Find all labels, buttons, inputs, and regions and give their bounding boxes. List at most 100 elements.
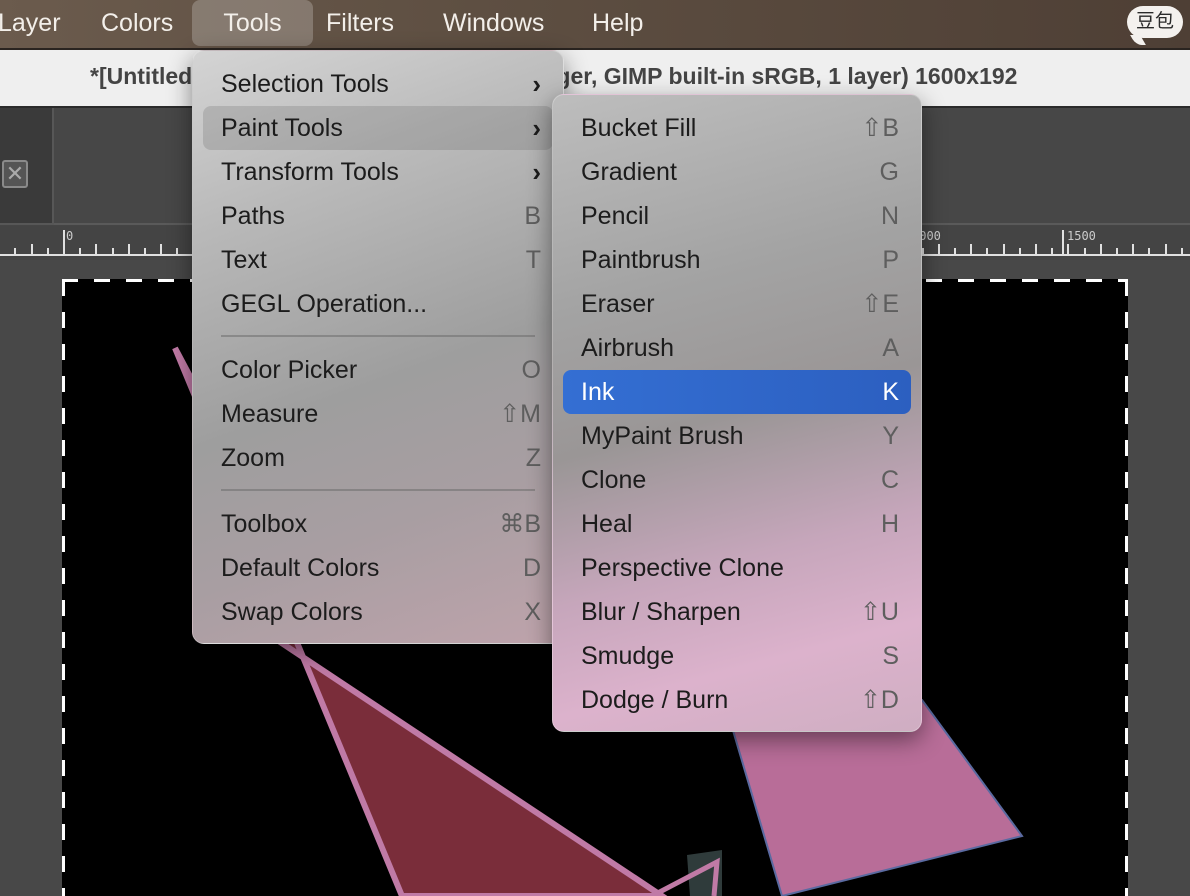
menu-layer[interactable]: Layer xyxy=(0,0,61,46)
menu-item-label: Color Picker xyxy=(221,356,358,384)
menu-item-perspective-clone[interactable]: Perspective Clone xyxy=(563,546,911,590)
menu-item-airbrush[interactable]: Airbrush A xyxy=(563,326,911,370)
menu-item-eraser[interactable]: Eraser ⇧E xyxy=(563,282,911,326)
menu-item-label: Perspective Clone xyxy=(581,554,784,582)
menu-item-text[interactable]: Text T xyxy=(203,238,553,282)
menu-item-shortcut: ⇧U xyxy=(859,598,899,626)
menu-item-label: Blur / Sharpen xyxy=(581,598,741,626)
menu-item-label: Swap Colors xyxy=(221,598,363,626)
ruler-tick xyxy=(1051,248,1054,254)
menu-item-shortcut: O xyxy=(521,356,541,384)
menu-item-label: Text xyxy=(221,246,267,274)
tools-menu: Selection Tools › Paint Tools › Transfor… xyxy=(192,50,564,644)
menu-item-label: Eraser xyxy=(581,290,655,318)
menu-item-shortcut: B xyxy=(524,202,541,230)
menu-item-shortcut: C xyxy=(880,466,899,494)
menu-item-gegl-operation[interactable]: GEGL Operation... xyxy=(203,282,553,326)
menu-item-shortcut: S xyxy=(882,642,899,670)
menu-item-label: Paths xyxy=(221,202,285,230)
menu-item-label: Measure xyxy=(221,400,319,428)
menu-item-swap-colors[interactable]: Swap Colors X xyxy=(203,590,553,634)
menu-item-label: Clone xyxy=(581,466,647,494)
ruler-tick xyxy=(986,248,989,254)
menu-item-label: Ink xyxy=(581,378,615,406)
ruler-tick xyxy=(127,244,130,254)
menu-item-measure[interactable]: Measure ⇧M xyxy=(203,392,553,436)
ruler-label-1500: 1500 xyxy=(1067,229,1096,243)
menu-item-label: Airbrush xyxy=(581,334,675,362)
menu-item-gradient[interactable]: Gradient G xyxy=(563,150,911,194)
menu-item-label: GEGL Operation... xyxy=(221,290,428,318)
menu-item-label: Transform Tools xyxy=(221,158,399,186)
menu-item-label: Default Colors xyxy=(221,554,380,582)
menu-item-toolbox[interactable]: Toolbox ⌘B xyxy=(203,502,553,546)
menu-item-label: Gradient xyxy=(581,158,677,186)
menu-separator xyxy=(221,489,535,491)
menu-item-shortcut: N xyxy=(880,202,899,230)
menu-item-paintbrush[interactable]: Paintbrush P xyxy=(563,238,911,282)
menubar: Layer Colors Tools Filters Windows Help … xyxy=(0,0,1190,50)
ruler-tick xyxy=(1067,244,1070,254)
ruler-tick xyxy=(30,244,33,254)
menu-tools[interactable]: Tools xyxy=(192,0,313,46)
paint-tools-submenu: Bucket Fill ⇧B Gradient G Pencil N Paint… xyxy=(552,94,922,732)
menu-item-shortcut: P xyxy=(882,246,899,274)
menu-item-bucket-fill[interactable]: Bucket Fill ⇧B xyxy=(563,106,911,150)
menu-item-label: Smudge xyxy=(581,642,675,670)
ruler-tick xyxy=(14,248,17,254)
ruler-tick xyxy=(1018,248,1021,254)
tool-options-panel: ✕ xyxy=(0,108,54,225)
menu-item-shortcut: H xyxy=(880,510,899,538)
selection-border-right xyxy=(1125,280,1128,896)
menu-item-label: MyPaint Brush xyxy=(581,422,744,450)
ruler-tick xyxy=(1099,244,1102,254)
close-icon[interactable]: ✕ xyxy=(2,160,28,188)
menu-item-color-picker[interactable]: Color Picker O xyxy=(203,348,553,392)
menu-filters[interactable]: Filters xyxy=(326,0,394,46)
menu-item-smudge[interactable]: Smudge S xyxy=(563,634,911,678)
ruler-tick xyxy=(46,248,49,254)
menu-item-ink[interactable]: Ink K xyxy=(563,370,911,414)
ruler-tick xyxy=(970,244,973,254)
menu-item-shortcut: T xyxy=(525,246,541,274)
ruler-tick xyxy=(1083,248,1086,254)
menu-item-shortcut: ⇧D xyxy=(859,686,899,714)
chevron-right-icon: › xyxy=(532,157,541,187)
menu-item-blur-sharpen[interactable]: Blur / Sharpen ⇧U xyxy=(563,590,911,634)
menu-windows[interactable]: Windows xyxy=(443,0,544,46)
ruler-tick xyxy=(79,248,82,254)
ruler-tick xyxy=(937,244,940,254)
menu-item-selection-tools[interactable]: Selection Tools › xyxy=(203,62,553,106)
menu-item-label: Pencil xyxy=(581,202,650,230)
menu-colors[interactable]: Colors xyxy=(101,0,173,46)
menu-item-mypaint-brush[interactable]: MyPaint Brush Y xyxy=(563,414,911,458)
menu-item-shortcut: ⇧B xyxy=(861,114,899,142)
menu-item-heal[interactable]: Heal H xyxy=(563,502,911,546)
menu-item-default-colors[interactable]: Default Colors D xyxy=(203,546,553,590)
menu-item-shortcut: A xyxy=(882,334,899,362)
menu-item-zoom[interactable]: Zoom Z xyxy=(203,436,553,480)
menu-separator xyxy=(221,335,535,337)
menu-item-label: Dodge / Burn xyxy=(581,686,729,714)
menu-item-shortcut: ⇧M xyxy=(499,400,541,428)
menu-item-clone[interactable]: Clone C xyxy=(563,458,911,502)
menu-help[interactable]: Help xyxy=(592,0,643,46)
doubao-status-icon[interactable]: 豆包 xyxy=(1127,6,1183,38)
menu-item-dodge-burn[interactable]: Dodge / Burn ⇧D xyxy=(563,678,911,722)
menu-item-shortcut: Z xyxy=(525,444,541,472)
ruler-tick xyxy=(1148,248,1151,254)
ruler-tick xyxy=(95,244,98,254)
selection-border-left xyxy=(62,280,65,896)
menu-item-label: Heal xyxy=(581,510,633,538)
ruler-tick xyxy=(176,248,179,254)
ruler-tick xyxy=(1132,244,1135,254)
ruler-tick xyxy=(144,248,146,254)
menu-item-paths[interactable]: Paths B xyxy=(203,194,553,238)
menu-item-label: Selection Tools xyxy=(221,70,389,98)
menu-item-transform-tools[interactable]: Transform Tools › xyxy=(203,150,553,194)
menu-item-pencil[interactable]: Pencil N xyxy=(563,194,911,238)
menu-item-paint-tools[interactable]: Paint Tools › xyxy=(203,106,553,150)
ruler-tick xyxy=(160,244,163,254)
ruler-tick xyxy=(111,248,114,254)
menu-item-shortcut: X xyxy=(524,598,541,626)
